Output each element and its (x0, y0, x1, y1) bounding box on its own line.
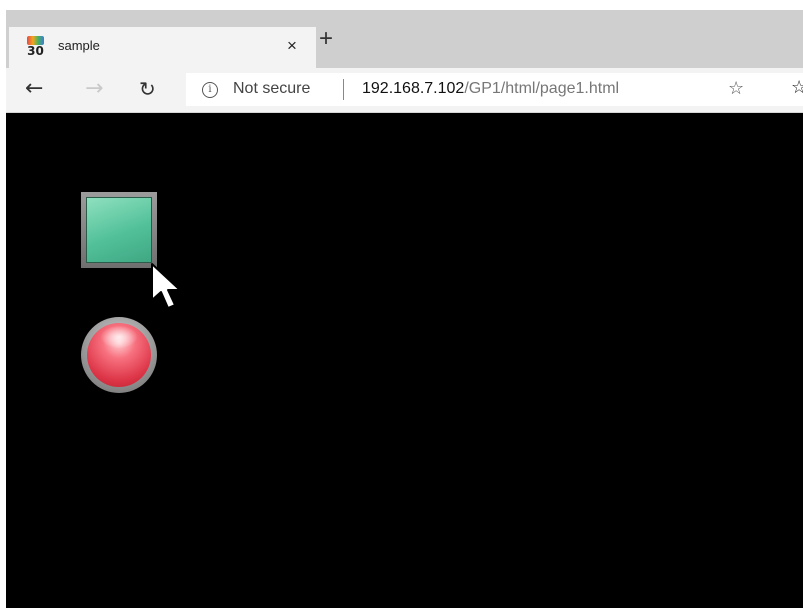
favorites-list-icon[interactable]: ☆ (791, 77, 803, 98)
tab-close-icon[interactable]: × (287, 35, 297, 57)
address-separator (343, 79, 344, 100)
favicon-icon: 30 (26, 36, 45, 58)
round-lamp-indicator[interactable] (81, 317, 157, 393)
square-push-button[interactable] (81, 192, 157, 268)
refresh-button[interactable]: ↻ (139, 76, 156, 102)
forward-button[interactable]: → (85, 76, 103, 102)
lamp-highlight (101, 326, 137, 348)
tab-sample[interactable]: 30 sample × (9, 27, 316, 68)
tab-title: sample (58, 38, 100, 53)
browser-toolbar: ← → ↻ i Not secure 192.168.7.102/GP1/htm… (6, 68, 803, 113)
info-icon[interactable]: i (202, 82, 218, 98)
security-indicator[interactable]: Not secure (233, 80, 310, 98)
url-path: /GP1/html/page1.html (464, 80, 620, 97)
new-tab-button[interactable]: + (319, 24, 333, 54)
url-host: 192.168.7.102 (362, 80, 465, 97)
address-bar[interactable]: i Not secure 192.168.7.102/GP1/html/page… (186, 73, 803, 106)
mouse-pointer-icon (151, 263, 181, 309)
square-button-face (86, 197, 152, 263)
page-content (6, 113, 803, 608)
url-text[interactable]: 192.168.7.102/GP1/html/page1.html (362, 80, 619, 98)
tab-strip: 30 sample × + (6, 10, 803, 68)
back-button[interactable]: ← (25, 76, 43, 102)
star-add-icon[interactable]: ☆ (728, 78, 744, 99)
browser-window: 30 sample × + ← → ↻ i Not secure 192.168… (6, 10, 803, 608)
